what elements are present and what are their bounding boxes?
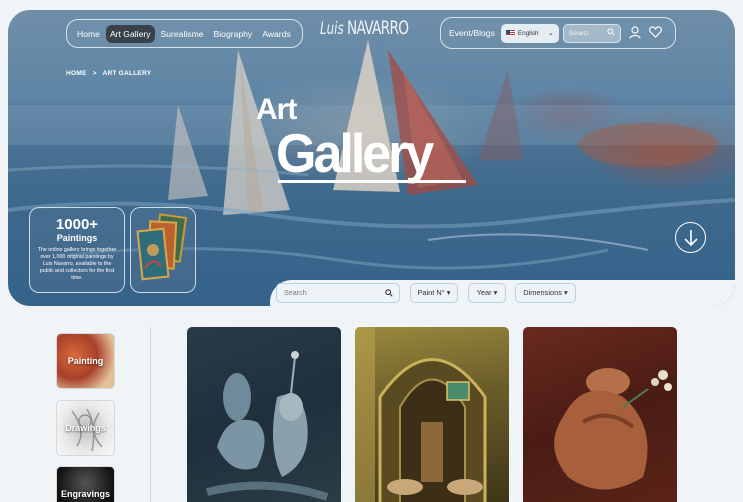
filter-paint-number[interactable]: Paint N° ▾ <box>410 283 458 303</box>
nav-item-art-gallery[interactable]: Art Gallery <box>105 24 155 43</box>
paintings-count: 1000+ <box>55 216 99 233</box>
sidebar-divider <box>150 327 151 502</box>
page-title-line2: Gallery <box>276 123 434 185</box>
category-painting[interactable]: Painting <box>56 333 115 389</box>
logo-first-name: Luis <box>320 19 344 39</box>
category-drawings-label: Drawings <box>65 423 106 433</box>
breadcrumb-separator: > <box>92 70 97 77</box>
page: Home Art Gallery Surealisme Biography Aw… <box>0 0 743 502</box>
filter-dimensions[interactable]: Dimensions ▾ <box>515 283 576 303</box>
category-engravings[interactable]: Engravings <box>56 466 115 502</box>
category-painting-label: Painting <box>67 356 104 366</box>
nav-item-home[interactable]: Home <box>73 25 104 43</box>
breadcrumb: HOME > ART GALLERY <box>66 70 151 77</box>
main-nav: Home Art Gallery Surealisme Biography Aw… <box>66 19 303 48</box>
caret-down-icon: ▾ <box>563 288 568 297</box>
stacked-paintings-image <box>136 213 188 281</box>
paintings-description: The online gallery brings together over … <box>37 247 117 281</box>
search-icon[interactable] <box>385 284 393 304</box>
nav-item-awards[interactable]: Awards <box>258 25 295 43</box>
chevron-down-icon: ⌄ <box>548 30 554 37</box>
logo-last-name: NAVARRO <box>347 17 409 39</box>
search-icon[interactable] <box>607 28 615 38</box>
breadcrumb-home[interactable]: HOME <box>66 70 87 77</box>
artwork-surreal-figure-image <box>206 351 329 501</box>
breadcrumb-current: ART GALLERY <box>102 70 152 77</box>
nav-item-biography[interactable]: Biography <box>210 25 257 43</box>
arrow-down-icon <box>683 230 698 247</box>
gallery-search-placeholder: Search <box>284 288 307 297</box>
artwork-cathedral-image <box>355 327 487 502</box>
caret-down-icon: ▾ <box>446 288 451 297</box>
artwork-card[interactable] <box>187 327 341 502</box>
header-search-placeholder: Searcl <box>568 29 589 37</box>
heart-icon[interactable] <box>648 26 662 40</box>
header-search-input[interactable]: Searcl <box>562 23 621 43</box>
caret-down-icon: ▾ <box>493 288 498 297</box>
nav-item-events-blogs[interactable]: Event/Blogs <box>449 28 495 38</box>
language-label: English <box>517 29 539 37</box>
nav-item-surealisme[interactable]: Surealisme <box>157 25 208 43</box>
language-select[interactable]: English ⌄ <box>500 23 559 43</box>
scroll-down-button[interactable] <box>675 222 706 253</box>
filter-year-label: Year <box>476 288 492 297</box>
filter-dimensions-label: Dimensions <box>523 288 562 297</box>
painting-stack-card[interactable] <box>130 207 196 293</box>
artwork-card[interactable] <box>523 327 677 502</box>
gallery-search-input[interactable]: Search <box>276 283 400 303</box>
category-engravings-label: Engravings <box>60 489 110 499</box>
filter-year[interactable]: Year ▾ <box>468 283 506 303</box>
artwork-figure-with-flowers-image <box>554 368 672 490</box>
category-drawings[interactable]: Drawings <box>56 400 115 456</box>
title-underline <box>278 180 466 183</box>
site-logo[interactable]: Luis NAVARRO <box>320 13 424 47</box>
user-icon[interactable] <box>629 25 641 41</box>
artwork-card[interactable] <box>355 327 509 502</box>
paintings-label: Paintings <box>56 233 98 243</box>
paintings-count-card: 1000+ Paintings The online gallery bring… <box>29 207 125 293</box>
us-flag-icon <box>505 30 515 36</box>
filter-paint-number-label: Paint N° <box>417 288 445 297</box>
utility-nav: Event/Blogs English ⌄ Searcl <box>440 17 676 49</box>
